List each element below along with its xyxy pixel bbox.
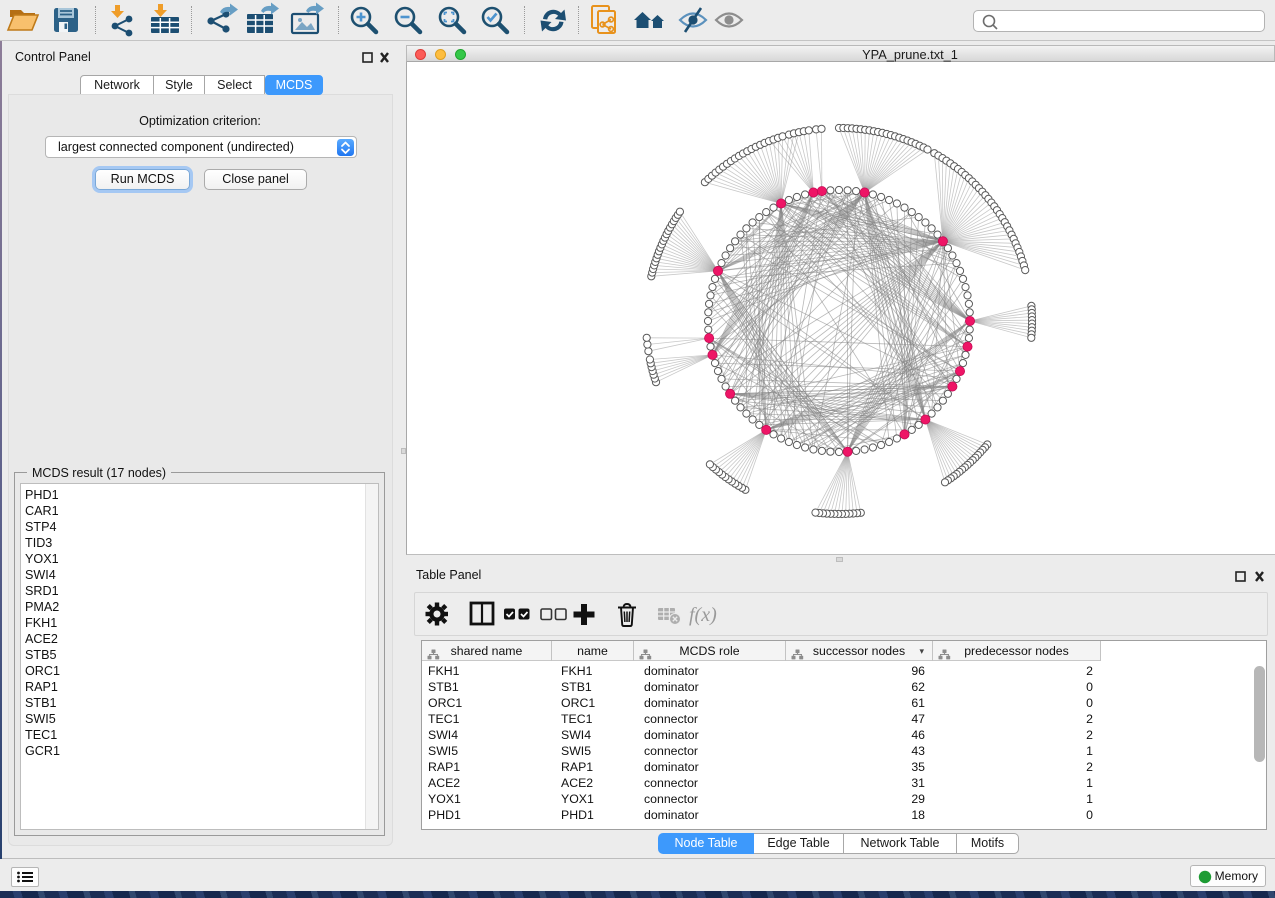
svg-text:f(x): f(x) xyxy=(689,604,717,626)
